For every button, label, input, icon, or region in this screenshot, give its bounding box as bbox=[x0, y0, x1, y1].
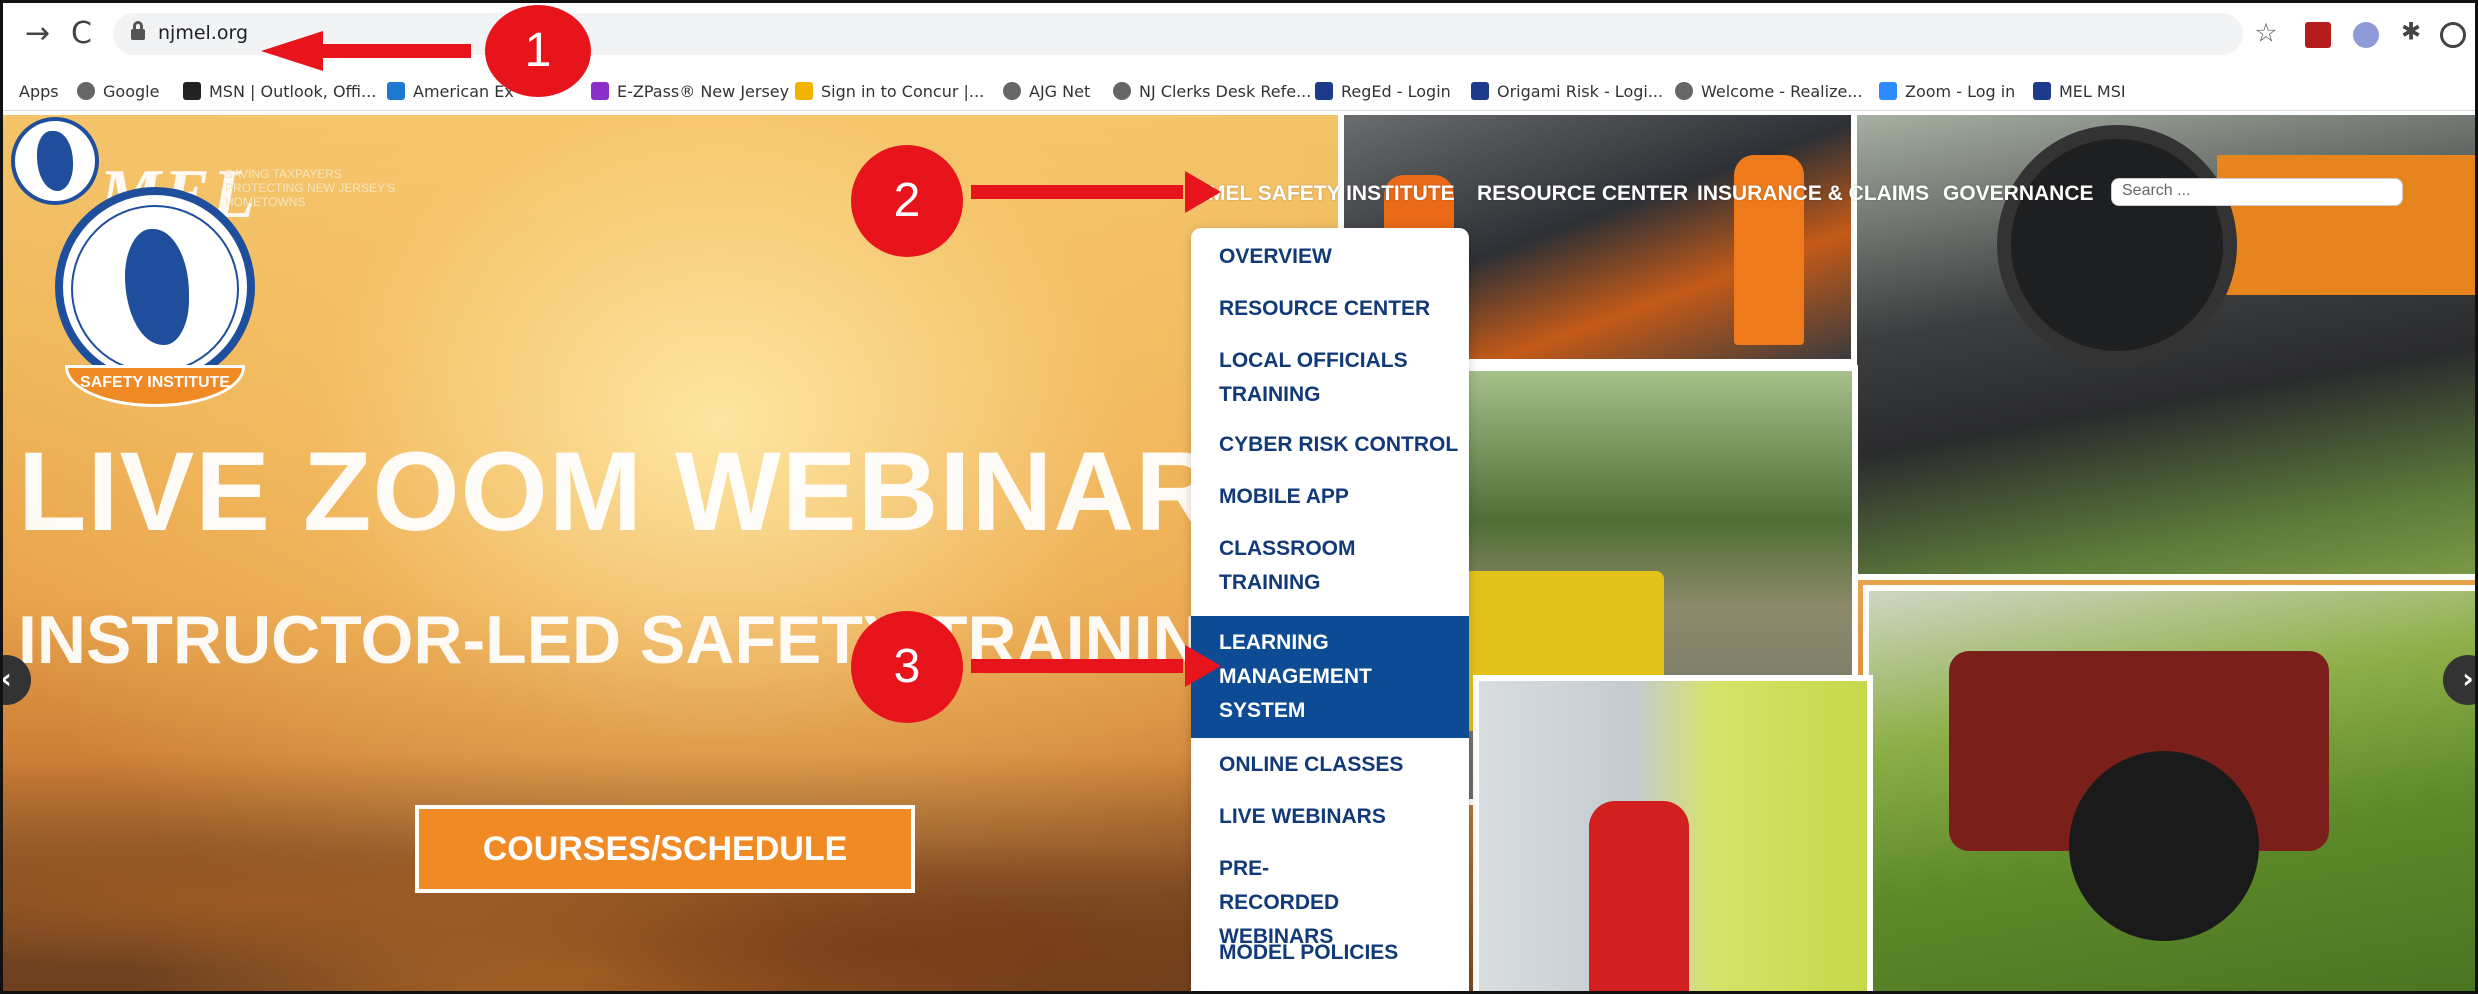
callout-arrow-3 bbox=[971, 645, 1221, 687]
callout-badge-3: 3 bbox=[851, 611, 963, 723]
callout-arrows bbox=[261, 31, 1221, 687]
callout-arrow-2 bbox=[971, 171, 1221, 213]
callout-badge-2: 2 bbox=[851, 145, 963, 257]
callout-badge-1: 1 bbox=[485, 5, 591, 97]
screenshot-frame: → C njmel.org ☆ ✱ Apps Google MSN | Outl… bbox=[0, 0, 2478, 994]
callout-arrow-1 bbox=[261, 31, 471, 71]
